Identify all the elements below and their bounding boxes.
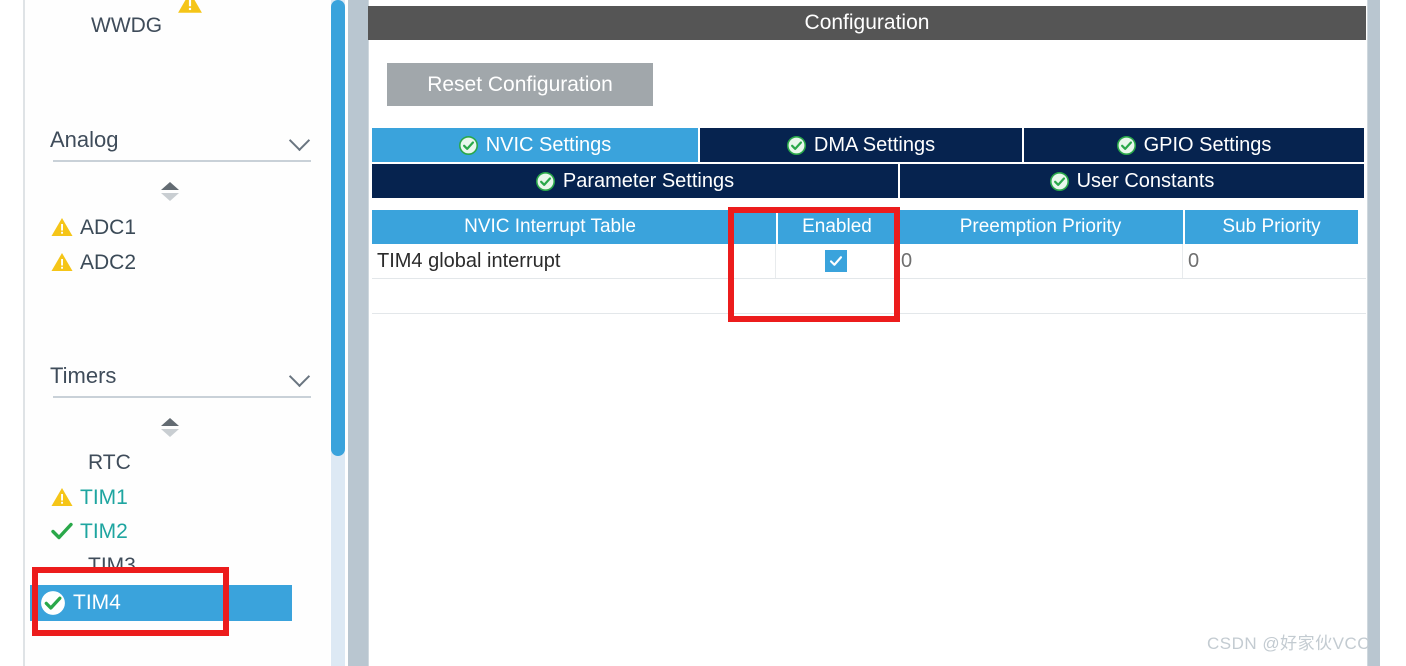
warning-icon [177, 0, 203, 16]
tab-user-constants[interactable]: User Constants [900, 164, 1364, 198]
green-check-icon [535, 171, 555, 191]
cell-preemption-priority[interactable]: 0 [896, 244, 1183, 278]
group-divider [53, 160, 311, 162]
sidebar-item-adc2[interactable]: ADC2 [50, 246, 136, 280]
sidebar-group-timers[interactable]: Timers [50, 354, 315, 398]
check-circle-icon [40, 590, 66, 616]
warning-icon [50, 485, 76, 511]
tab-parameter-settings[interactable]: Parameter Settings [372, 164, 898, 198]
configuration-panel: Configuration Reset Configuration NVIC S… [360, 0, 1380, 666]
sidebar-scrollbar-thumb[interactable] [331, 0, 345, 456]
sidebar-item-label: RTC [88, 451, 131, 474]
sidebar-item-label: ADC1 [80, 216, 137, 239]
cell-interrupt-name: TIM4 global interrupt [377, 249, 561, 272]
sort-spinner-icon[interactable] [159, 416, 183, 442]
tab-label: Parameter Settings [562, 169, 735, 192]
green-check-icon [1049, 171, 1069, 191]
sidebar-item-label: ADC2 [80, 251, 137, 274]
sidebar-item-label: WWDG [91, 14, 163, 37]
tab-row-1: NVIC Settings DMA Settings GPIO Settings [372, 128, 1366, 162]
tab-nvic-settings[interactable]: NVIC Settings [372, 128, 698, 162]
sidebar-item-label: TIM1 [80, 486, 128, 509]
watermark: CSDN @好家伙VCC [1206, 634, 1370, 653]
sidebar-item-tim2[interactable]: TIM2 [50, 515, 128, 549]
sidebar-item-wwdg[interactable]: WWDG [87, 9, 162, 43]
tab-label: NVIC Settings [485, 133, 612, 156]
chevron-down-icon[interactable] [289, 127, 315, 153]
sidebar-group-label: Analog [50, 127, 119, 152]
tab-label: GPIO Settings [1143, 133, 1272, 156]
check-icon [50, 519, 76, 545]
sidebar-item-tim1[interactable]: TIM1 [50, 481, 128, 515]
group-divider [53, 396, 311, 398]
sidebar-item-rtc[interactable]: RTC [84, 446, 131, 480]
table-empty-area [372, 312, 1366, 642]
tab-label: User Constants [1076, 169, 1215, 192]
screen-root: WWDG Analog ADC1 ADC2 Timers RTC TIM1 TI… [0, 0, 1406, 666]
component-tree-sidebar: WWDG Analog ADC1 ADC2 Timers RTC TIM1 TI… [0, 0, 360, 666]
sidebar-item-label: TIM2 [80, 520, 128, 543]
warning-icon [50, 250, 76, 276]
green-check-icon [1116, 135, 1136, 155]
sidebar-item-tim4-content[interactable]: TIM4 [40, 585, 121, 621]
annotation-box-enabled-column [728, 207, 900, 322]
tab-row-2: Parameter Settings User Constants [372, 164, 1366, 198]
tab-dma-settings[interactable]: DMA Settings [700, 128, 1022, 162]
column-header-nvic-interrupt-table[interactable]: NVIC Interrupt Table [372, 210, 728, 244]
panel-divider [348, 0, 360, 666]
green-check-icon [458, 135, 478, 155]
green-check-icon [786, 135, 806, 155]
reset-configuration-button[interactable]: Reset Configuration [387, 63, 653, 106]
warning-icon [50, 215, 76, 241]
page-title: Configuration [368, 6, 1366, 40]
column-header-sub-priority[interactable]: Sub Priority [1185, 210, 1358, 244]
sidebar-group-analog[interactable]: Analog [50, 118, 315, 162]
settings-tabs: NVIC Settings DMA Settings GPIO Settings [372, 128, 1366, 200]
sidebar-item-label: TIM4 [73, 591, 121, 614]
cell-sub-priority[interactable]: 0 [1183, 244, 1358, 278]
sort-spinner-icon[interactable] [159, 180, 183, 206]
chevron-down-icon[interactable] [289, 363, 315, 389]
column-header-preemption-priority[interactable]: Preemption Priority [898, 210, 1183, 244]
tab-gpio-settings[interactable]: GPIO Settings [1024, 128, 1364, 162]
sidebar-group-label: Timers [50, 363, 117, 388]
right-margin [1380, 0, 1406, 666]
tab-label: DMA Settings [813, 133, 936, 156]
sidebar-item-adc1[interactable]: ADC1 [50, 211, 136, 245]
